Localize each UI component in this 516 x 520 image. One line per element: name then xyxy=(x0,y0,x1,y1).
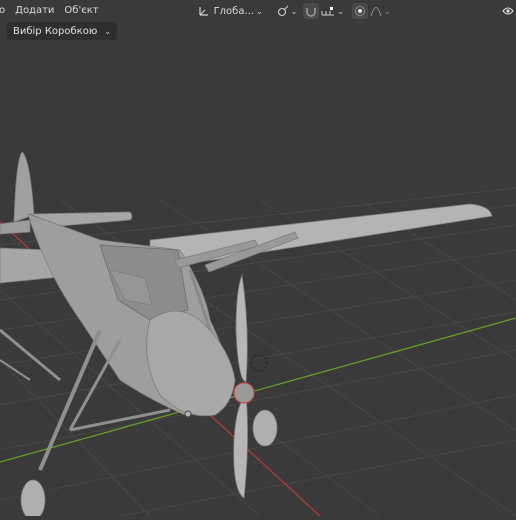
object-origin-icon xyxy=(184,410,192,418)
menu-add[interactable]: Додати xyxy=(10,0,59,22)
chevron-down-icon: ⌄ xyxy=(384,6,391,16)
menu-view-cut[interactable]: о xyxy=(0,0,10,22)
proportional-editing-toggle[interactable] xyxy=(352,3,369,19)
orientation-label: Глоба... xyxy=(213,5,255,17)
3d-viewport[interactable] xyxy=(0,0,516,520)
snap-increment-icon xyxy=(321,5,335,17)
viewport-header: о Додати Об'єкт Глоба... ⌄ ⌄ ⌄ ⌄ xyxy=(0,0,516,22)
snap-target-dropdown[interactable]: ⌄ xyxy=(319,3,346,19)
magnet-icon xyxy=(305,5,317,17)
falloff-curve-icon xyxy=(370,5,382,17)
eye-icon xyxy=(502,5,514,17)
pivot-icon xyxy=(277,5,289,17)
chevron-down-icon: ⌄ xyxy=(104,26,111,36)
viewport-canvas[interactable] xyxy=(0,0,516,520)
snap-toggle[interactable] xyxy=(303,3,320,19)
selection-mode-label: Вибір Коробкою xyxy=(13,25,98,37)
pivot-point-dropdown[interactable]: ⌄ xyxy=(275,3,300,19)
chevron-down-icon: ⌄ xyxy=(290,6,298,16)
chevron-down-icon: ⌄ xyxy=(256,6,263,16)
transform-orientation-dropdown[interactable]: Глоба... ⌄ xyxy=(196,3,265,19)
menu-object[interactable]: Об'єкт xyxy=(59,0,103,22)
falloff-dropdown[interactable]: ⌄ xyxy=(368,3,393,19)
chevron-down-icon: ⌄ xyxy=(337,6,345,16)
transform-axes-icon xyxy=(198,5,210,17)
selection-mode-dropdown[interactable]: Вибір Коробкою ⌄ xyxy=(7,22,117,40)
proportional-edit-icon xyxy=(354,5,366,17)
viewport-overlay-toggle[interactable] xyxy=(500,3,516,19)
